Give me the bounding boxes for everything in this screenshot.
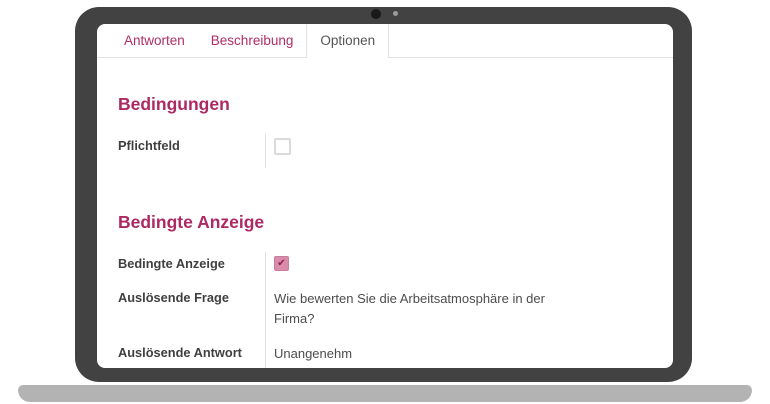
screen: Antworten Beschreibung Optionen Bedingun… <box>97 24 673 368</box>
field-table: Pflichtfeld <box>118 134 649 168</box>
tab-antworten[interactable]: Antworten <box>111 24 198 57</box>
bedingte-anzeige-checkbox[interactable]: ✔ <box>274 256 289 271</box>
section-title-bedingungen: Bedingungen <box>118 94 649 115</box>
camera-dot-small-icon <box>393 11 398 16</box>
page: Antworten Beschreibung Optionen Bedingun… <box>0 0 770 404</box>
field-table: Bedingte Anzeige ✔ Auslösende Frage Wie … <box>118 252 649 368</box>
field-value-ausloesende-antwort[interactable]: Unangenehm <box>265 341 565 368</box>
field-label-bedingte-anzeige: Bedingte Anzeige <box>118 252 265 286</box>
field-label-ausloesende-antwort: Auslösende Antwort <box>118 341 265 368</box>
field-value-bedingte-anzeige: ✔ <box>265 252 565 286</box>
tab-beschreibung[interactable]: Beschreibung <box>198 24 307 57</box>
camera-dot-icon <box>371 9 381 19</box>
tab-bar: Antworten Beschreibung Optionen <box>97 24 673 58</box>
field-label-ausloesende-frage: Auslösende Frage <box>118 286 265 340</box>
field-label-pflichtfeld: Pflichtfeld <box>118 134 265 168</box>
laptop-bezel: Antworten Beschreibung Optionen Bedingun… <box>75 7 692 382</box>
field-value-ausloesende-frage[interactable]: Wie bewerten Sie die Arbeitsatmosphäre i… <box>265 286 565 340</box>
section-bedingungen: Bedingungen Pflichtfeld <box>118 94 649 168</box>
section-title-bedingte-anzeige: Bedingte Anzeige <box>118 212 649 233</box>
tab-optionen[interactable]: Optionen <box>306 24 389 57</box>
checkmark-icon: ✔ <box>277 258 285 269</box>
laptop-base <box>18 385 752 402</box>
field-value-pflichtfeld <box>265 134 565 168</box>
options-panel: Bedingungen Pflichtfeld Bedingte Anzeige… <box>97 58 673 368</box>
section-bedingte-anzeige: Bedingte Anzeige Bedingte Anzeige ✔ Ausl… <box>118 212 649 368</box>
pflichtfeld-checkbox[interactable] <box>274 138 291 155</box>
